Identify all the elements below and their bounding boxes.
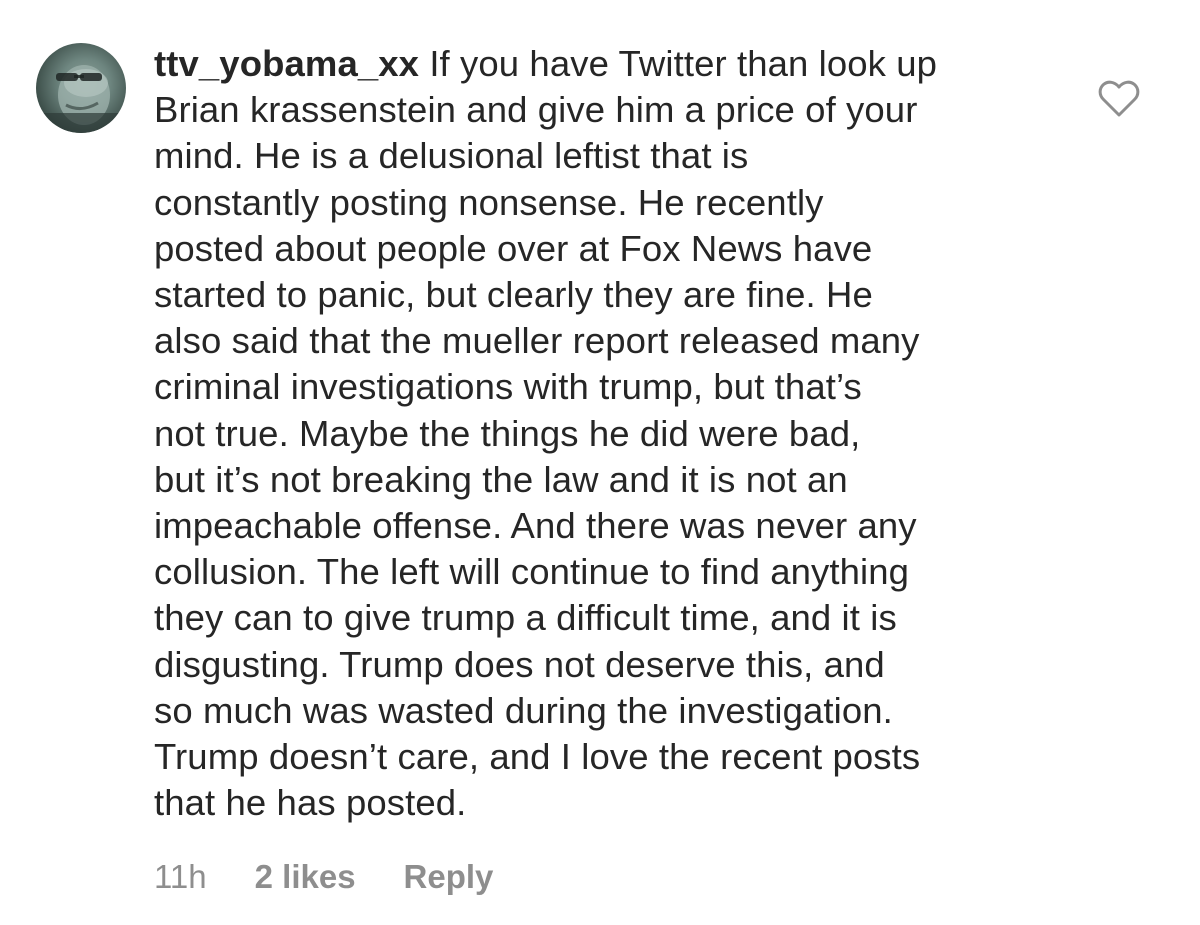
reply-button[interactable]: Reply (404, 858, 494, 896)
comment-timestamp: 11h (154, 858, 207, 895)
comment-body: ttv_yobama_xx If you have Twitter than l… (154, 41, 1054, 826)
comment: ttv_yobama_xx If you have Twitter than l… (0, 0, 1200, 925)
avatar[interactable] (36, 43, 126, 133)
username-link[interactable]: ttv_yobama_xx (154, 43, 419, 84)
avatar-image (36, 65, 126, 133)
comment-meta: 11h 2 likes Reply (154, 855, 493, 899)
likes-count-link[interactable]: 2 likes (255, 858, 356, 896)
comment-text: If you have Twitter than look up Brian k… (154, 43, 938, 824)
heart-outline-icon (1098, 80, 1140, 117)
like-button[interactable] (1098, 80, 1140, 118)
